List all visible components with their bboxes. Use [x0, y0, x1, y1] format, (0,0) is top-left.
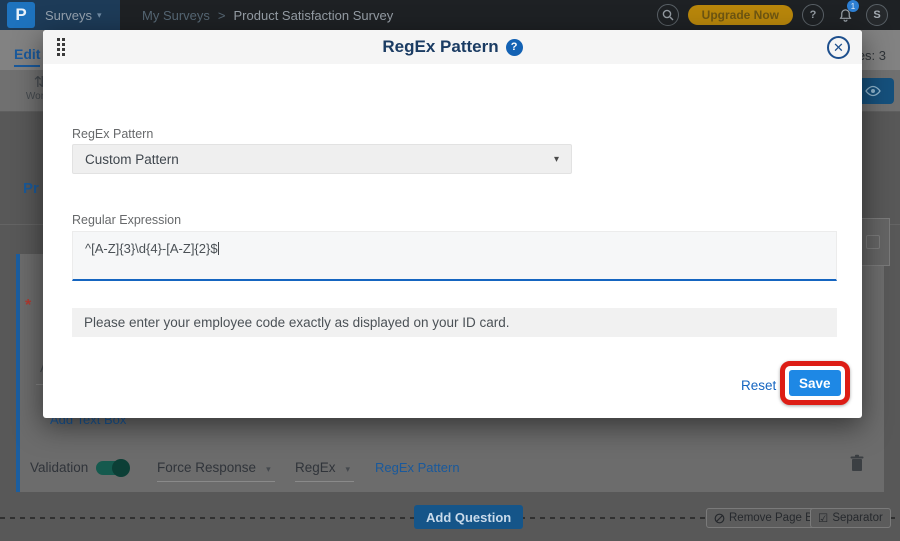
help-button[interactable]: ? — [802, 4, 824, 26]
survey-title-fragment: Pr — [23, 180, 39, 197]
broken-link-icon — [714, 513, 725, 523]
responses-count[interactable]: es: 3 — [858, 48, 886, 63]
text-caret — [217, 242, 219, 255]
chevron-down-icon: ▾ — [345, 464, 351, 474]
regex-pattern-link[interactable]: RegEx Pattern — [375, 460, 460, 475]
force-response-label: Force Response — [157, 460, 257, 475]
top-navigation-bar: P Surveys ▾ My Surveys > Product Satisfa… — [0, 0, 900, 30]
regex-dropdown[interactable]: RegEx ▾ — [295, 460, 355, 482]
user-avatar[interactable]: S — [866, 4, 888, 26]
checkbox-icon: ☑ — [818, 513, 829, 525]
modal-header: RegEx Pattern ? ✕ — [43, 30, 862, 64]
upgrade-now-button[interactable]: Upgrade Now — [687, 5, 793, 25]
required-marker: * — [25, 297, 32, 314]
chevron-down-icon: ▾ — [96, 9, 102, 20]
eye-icon — [865, 85, 881, 97]
chevron-down-icon: ▾ — [266, 464, 271, 474]
trash-icon — [850, 454, 864, 471]
toggle-knob — [112, 459, 130, 477]
search-button[interactable] — [656, 4, 679, 26]
validation-message-input[interactable] — [72, 308, 837, 337]
pattern-selected-value: Custom Pattern — [85, 151, 179, 167]
reset-link[interactable]: Reset — [741, 378, 776, 393]
notification-badge: 1 — [847, 0, 859, 12]
regex-pattern-modal: RegEx Pattern ? ✕ RegEx Pattern Custom P… — [43, 30, 862, 418]
separator-label: Separator — [832, 512, 883, 524]
pattern-select[interactable]: Custom Pattern ▾ — [72, 144, 572, 174]
save-highlight-annotation: Save — [780, 361, 850, 405]
force-response-dropdown[interactable]: Force Response ▾ — [157, 460, 275, 482]
validation-toggle[interactable] — [96, 459, 130, 477]
product-nav-section: P Surveys ▾ — [0, 0, 120, 30]
validation-label: Validation — [30, 460, 89, 475]
close-icon[interactable]: ✕ — [827, 36, 850, 59]
topbar-actions: Upgrade Now ? 1 S — [656, 0, 900, 27]
regex-value: ^[A-Z]{3}\d{4}-[A-Z]{2}$ — [85, 241, 218, 256]
breadcrumb: My Surveys > Product Satisfaction Survey — [142, 8, 393, 23]
breadcrumb-my-surveys[interactable]: My Surveys — [142, 8, 210, 23]
proprofs-logo[interactable]: P — [7, 2, 35, 28]
help-icon[interactable]: ? — [505, 38, 523, 56]
breadcrumb-separator: > — [217, 7, 226, 23]
pattern-field-label: RegEx Pattern — [72, 127, 154, 141]
chevron-down-icon: ▾ — [553, 153, 559, 165]
drag-handle[interactable] — [57, 38, 65, 56]
regex-dropdown-label: RegEx — [295, 460, 336, 475]
product-menu[interactable]: Surveys — [45, 8, 92, 23]
modal-title-text: RegEx Pattern — [382, 37, 499, 56]
save-button[interactable]: Save — [789, 370, 841, 396]
separator-button[interactable]: ☑ Separator — [810, 508, 891, 528]
tab-edit[interactable]: Edit — [14, 46, 41, 67]
modal-title: RegEx Pattern ? — [382, 37, 523, 57]
search-icon — [662, 9, 674, 21]
regex-field-label: Regular Expression — [72, 213, 182, 227]
placeholder-icon — [866, 235, 880, 249]
notifications-button[interactable]: 1 — [833, 0, 859, 27]
regex-input[interactable]: ^[A-Z]{3}\d{4}-[A-Z]{2}$ — [72, 231, 837, 281]
add-question-button[interactable]: Add Question — [414, 505, 524, 529]
breadcrumb-current-survey: Product Satisfaction Survey — [233, 7, 394, 23]
delete-question-button[interactable] — [849, 454, 865, 478]
